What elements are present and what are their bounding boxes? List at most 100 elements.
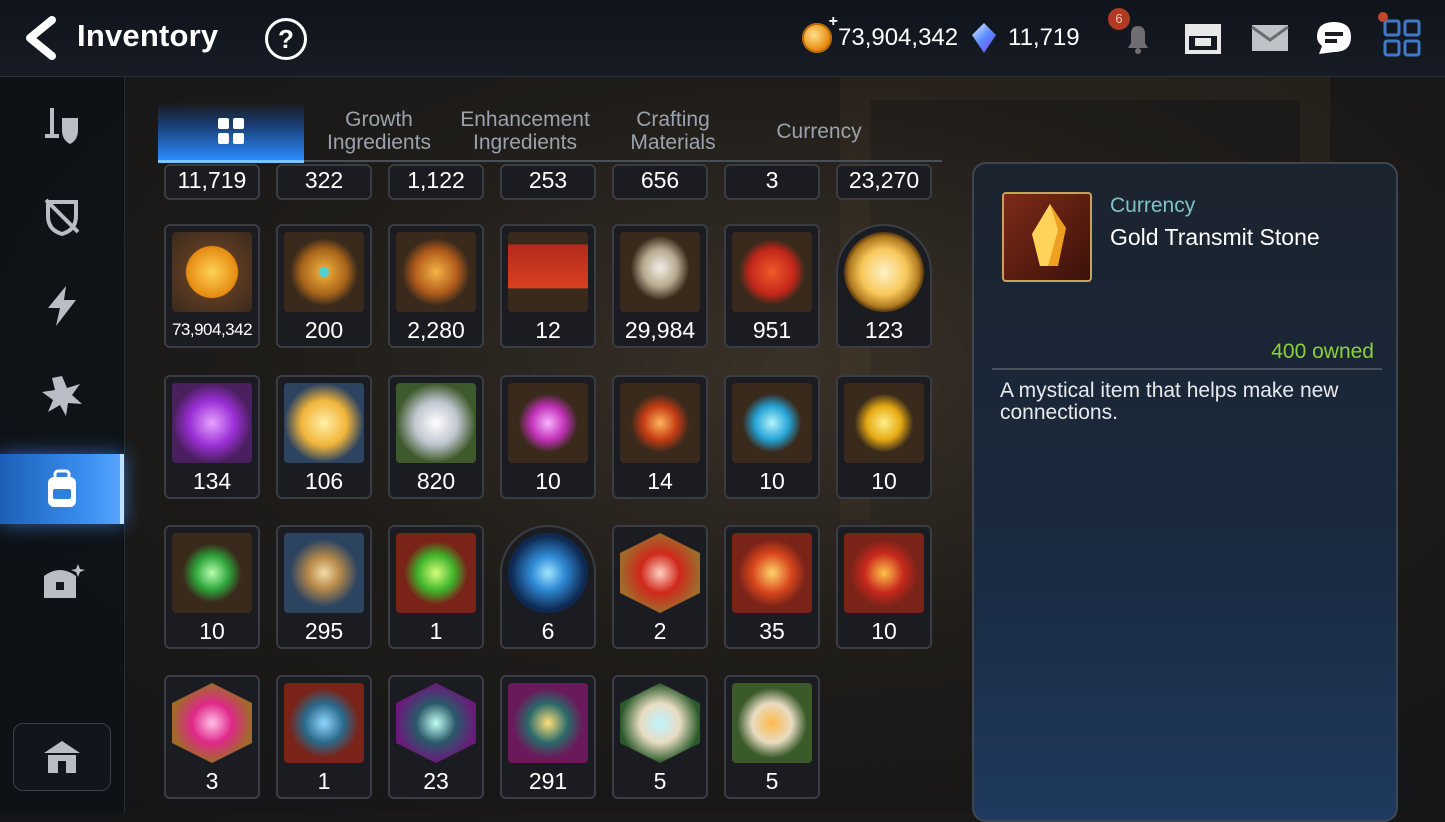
tab-crafting-materials[interactable]: Crafting Materials <box>600 102 746 160</box>
item-count: 23,270 <box>848 167 920 193</box>
wind-rune-icon <box>172 533 252 613</box>
item-count: 2 <box>653 618 667 644</box>
treasure-chest-icon <box>44 564 85 598</box>
ice-rune-icon <box>732 383 812 463</box>
item-slot[interactable]: 1 <box>276 675 372 799</box>
menu-alert-dot <box>1378 12 1388 22</box>
item-slot[interactable]: 656 <box>612 164 708 200</box>
item-slot[interactable]: 5 <box>724 675 820 799</box>
item-slot[interactable]: 73,904,342 <box>164 224 260 348</box>
silver-flower-icon <box>396 383 476 463</box>
item-slot[interactable]: 23 <box>388 675 484 799</box>
back-button[interactable] <box>22 16 62 60</box>
sword-shield-icon <box>45 108 78 144</box>
blue-sigil-icon <box>508 533 588 613</box>
item-slot[interactable]: 35 <box>724 525 820 649</box>
tab-enhancement-ingredients[interactable]: Enhancement Ingredients <box>452 102 598 160</box>
item-slot[interactable]: 12 <box>500 224 596 348</box>
item-slot[interactable]: 322 <box>276 164 372 200</box>
item-count: 295 <box>304 618 344 644</box>
item-slot[interactable]: 820 <box>388 375 484 499</box>
green-orb-icon <box>396 533 476 613</box>
sidebar-item-materials[interactable] <box>0 454 124 524</box>
sidebar-item-catalysts[interactable] <box>0 361 124 431</box>
crystal-currency[interactable]: 11,719 <box>972 20 1080 56</box>
gold-amount: 73,904,342 <box>838 24 959 51</box>
item-slot[interactable]: 1,122 <box>388 164 484 200</box>
item-slot[interactable]: 253 <box>500 164 596 200</box>
menu-button[interactable] <box>1380 16 1424 60</box>
owned-count: 400 owned <box>1271 340 1374 363</box>
red-crystal-hex-icon <box>620 533 700 613</box>
item-count: 253 <box>528 167 568 193</box>
white-hammer-stone-icon <box>732 683 812 763</box>
sidebar-item-energy[interactable] <box>0 271 124 341</box>
tab-currency[interactable]: Currency <box>746 102 892 160</box>
item-slot[interactable]: 291 <box>500 675 596 799</box>
item-count: 10 <box>871 468 897 494</box>
item-count: 10 <box>759 468 785 494</box>
crossed-shield-icon <box>44 198 80 237</box>
gold-currency[interactable]: + 73,904,342 <box>802 13 959 56</box>
back-arrow-icon <box>26 16 56 60</box>
guild-storage-button[interactable] <box>13 723 111 791</box>
mail-button[interactable] <box>1248 16 1292 60</box>
tab-growth-ingredients[interactable]: Growth Ingredients <box>306 102 452 160</box>
lightning-icon <box>48 286 76 326</box>
item-count: 1,122 <box>407 167 465 193</box>
item-count: 6 <box>541 618 555 644</box>
sidebar-item-equipment[interactable] <box>0 91 124 161</box>
shop-stall-icon <box>1185 24 1221 54</box>
item-slot[interactable]: 10 <box>500 375 596 499</box>
item-slot[interactable]: 3 <box>164 675 260 799</box>
item-slot[interactable]: 11,719 <box>164 164 260 200</box>
item-category: Currency <box>1110 194 1196 217</box>
item-slot[interactable]: 200 <box>276 224 372 348</box>
item-slot[interactable]: 10 <box>836 525 932 649</box>
gold-flower-icon <box>284 383 364 463</box>
item-count: 2,280 <box>407 317 465 343</box>
item-slot[interactable]: 123 <box>836 224 932 348</box>
item-slot[interactable]: 2,280 <box>388 224 484 348</box>
item-count: 291 <box>528 768 568 794</box>
pink-rune-icon <box>508 383 588 463</box>
item-name: Gold Transmit Stone <box>1110 224 1320 250</box>
item-slot[interactable]: 1 <box>388 525 484 649</box>
item-slot[interactable]: 2 <box>612 525 708 649</box>
item-slot[interactable]: 295 <box>276 525 372 649</box>
item-count: 10 <box>199 618 225 644</box>
item-count: 951 <box>752 317 792 343</box>
hammer-stone-icon <box>732 533 812 613</box>
chat-bubble-icon <box>1317 22 1351 54</box>
item-slot[interactable]: 10 <box>724 375 820 499</box>
shop-button[interactable] <box>1181 16 1225 60</box>
item-slot[interactable]: 29,984 <box>612 224 708 348</box>
help-button[interactable]: ? <box>265 18 307 60</box>
item-slot[interactable]: 23,270 <box>836 164 932 200</box>
sidebar-item-artifacts[interactable] <box>0 181 124 251</box>
item-slot[interactable]: 3 <box>724 164 820 200</box>
crystal-gem-icon <box>972 23 996 53</box>
item-count: 322 <box>304 167 344 193</box>
all-grid-icon <box>218 118 244 144</box>
item-slot[interactable]: 10 <box>836 375 932 499</box>
item-count: 820 <box>416 468 456 494</box>
chat-button[interactable] <box>1312 16 1356 60</box>
item-slot[interactable]: 134 <box>164 375 260 499</box>
item-slot[interactable]: 5 <box>612 675 708 799</box>
sidebar-item-chests[interactable] <box>0 547 124 617</box>
item-count: 1 <box>317 768 331 794</box>
category-tabs: Growth Ingredients Enhancement Ingredien… <box>158 102 942 163</box>
item-slot[interactable]: 14 <box>612 375 708 499</box>
tab-all[interactable] <box>158 102 304 163</box>
purple-flower-icon <box>172 383 252 463</box>
item-slot[interactable]: 6 <box>500 525 596 649</box>
crystal-amount: 11,719 <box>1008 24 1080 51</box>
item-slot[interactable]: 10 <box>164 525 260 649</box>
item-count: 10 <box>535 468 561 494</box>
item-count: 106 <box>304 468 344 494</box>
item-slot[interactable]: 951 <box>724 224 820 348</box>
item-slot[interactable]: 106 <box>276 375 372 499</box>
burst-icon <box>42 376 82 416</box>
building-icon <box>44 741 80 773</box>
